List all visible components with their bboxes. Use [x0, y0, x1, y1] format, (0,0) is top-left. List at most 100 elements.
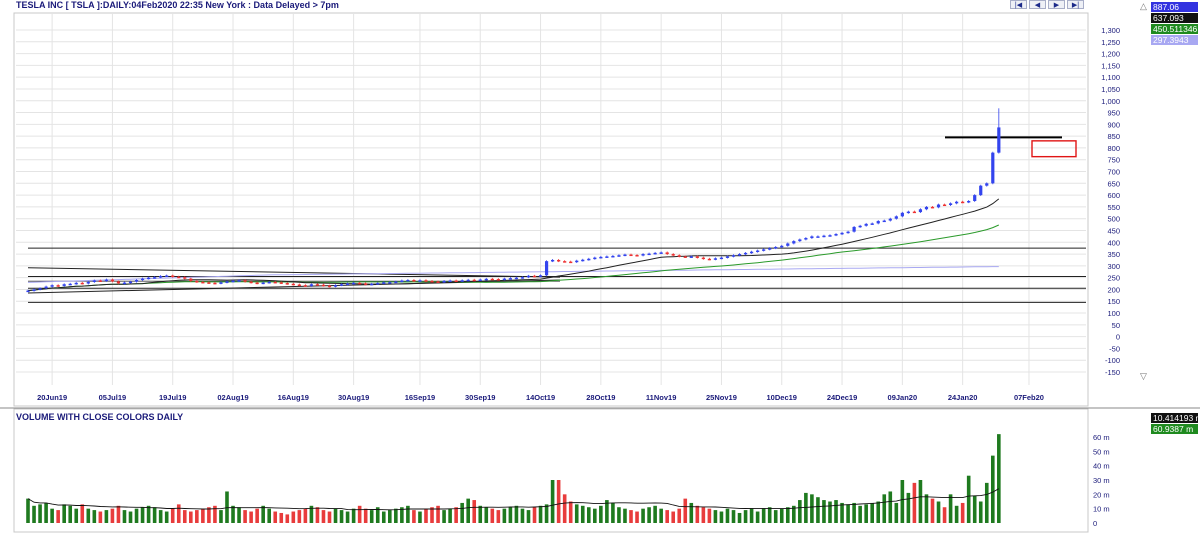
- candle-body: [134, 280, 139, 282]
- candle-body: [116, 281, 121, 284]
- candle-body: [593, 257, 597, 260]
- candle-body: [967, 201, 971, 203]
- volume-bar: [701, 507, 706, 523]
- next-button[interactable]: ▶: [1048, 0, 1065, 9]
- candle-body: [635, 255, 639, 257]
- y-tick-label: 350: [1107, 250, 1120, 259]
- volume-bar: [454, 507, 458, 523]
- candle-body: [345, 283, 350, 286]
- candle-body: [267, 281, 271, 284]
- volume-bar: [80, 504, 85, 523]
- candle-body: [128, 281, 133, 284]
- volume-bar: [363, 508, 368, 523]
- candle-body: [249, 281, 253, 284]
- candle-body: [303, 285, 307, 287]
- volume-bar: [140, 507, 145, 523]
- candle-body: [532, 275, 537, 278]
- y-tick-label: 1,200: [1101, 50, 1120, 59]
- first-button[interactable]: |◀: [1010, 0, 1027, 9]
- candle-body: [86, 281, 90, 284]
- x-tick-label: 09Jan20: [888, 393, 918, 402]
- y-tick-label: 1,150: [1101, 61, 1120, 70]
- volume-bar: [424, 508, 428, 523]
- volume-bar: [514, 505, 519, 523]
- scroll-up-icon[interactable]: △: [1140, 2, 1147, 11]
- candle-body: [671, 254, 675, 256]
- candle-body: [309, 284, 314, 286]
- volume-bar: [924, 494, 929, 523]
- x-tick-label: 30Aug19: [338, 393, 369, 402]
- y-tick-label: 1,000: [1101, 97, 1120, 106]
- candle-body: [979, 185, 983, 196]
- candle-body: [183, 277, 187, 279]
- candle-body: [882, 220, 886, 223]
- volume-bar: [92, 510, 97, 523]
- candle-body: [731, 255, 736, 257]
- volume-bar: [128, 511, 133, 523]
- volume-bar: [430, 507, 434, 523]
- candle-body: [924, 206, 929, 210]
- candle-body: [171, 275, 175, 278]
- volume-bar: [532, 507, 537, 523]
- ma-fast-badge: 637.093: [1151, 13, 1198, 23]
- candle-body: [243, 280, 247, 282]
- y-tick-label: 200: [1107, 285, 1120, 294]
- volume-bar: [285, 514, 290, 523]
- candle-body: [930, 206, 935, 209]
- candle-body: [74, 282, 78, 285]
- candle-body: [261, 282, 265, 285]
- candle-body: [936, 204, 941, 208]
- candle-body: [617, 255, 621, 257]
- volume-bar: [761, 508, 766, 523]
- candle-body: [810, 236, 814, 239]
- candle-body: [418, 280, 422, 282]
- volume-bar: [695, 505, 700, 523]
- candle-body: [225, 281, 229, 283]
- volume-bar: [122, 510, 127, 523]
- candle-body: [412, 280, 416, 282]
- candle-body: [430, 280, 434, 283]
- candle-body: [768, 248, 772, 250]
- scroll-down-icon[interactable]: ▽: [1140, 372, 1147, 381]
- volume-bar: [785, 507, 790, 523]
- y-tick-label: 650: [1107, 179, 1120, 188]
- volume-bar: [611, 502, 615, 523]
- volume-bar: [412, 510, 416, 523]
- y-tick-label: 700: [1107, 168, 1120, 177]
- candle-body: [231, 280, 235, 283]
- volume-bar: [237, 507, 241, 523]
- candle-body: [894, 216, 898, 219]
- last-button[interactable]: ▶|: [1067, 0, 1084, 9]
- candle-body: [575, 260, 579, 263]
- candle-body: [804, 238, 808, 240]
- candle-body: [587, 258, 591, 261]
- volume-bar: [846, 504, 850, 523]
- volume-y-tick-label: 50 m: [1093, 447, 1110, 456]
- candle-body: [743, 252, 748, 255]
- volume-bar: [62, 504, 66, 523]
- volume-bar: [864, 504, 868, 523]
- prev-button[interactable]: ◀: [1029, 0, 1046, 9]
- candle-body: [436, 281, 440, 283]
- candle-body: [255, 282, 259, 285]
- volume-bar: [152, 507, 157, 523]
- volume-bar: [297, 510, 302, 523]
- volume-bar: [568, 501, 573, 523]
- volume-bar: [544, 504, 549, 523]
- volume-bar: [267, 508, 271, 523]
- candle-body: [315, 284, 320, 286]
- volume-bar: [960, 502, 965, 523]
- volume-bar: [671, 511, 676, 523]
- volume-bar: [484, 507, 489, 523]
- volume-y-tick-label: 20 m: [1093, 490, 1110, 499]
- volume-bar: [243, 510, 247, 523]
- volume-bar: [32, 505, 36, 523]
- candle-body: [56, 285, 60, 287]
- candle-body: [520, 277, 525, 279]
- candle-body: [32, 289, 36, 291]
- candle-body: [695, 256, 699, 258]
- y-tick-label: 250: [1107, 274, 1120, 283]
- y-tick-label: 1,250: [1101, 38, 1120, 47]
- volume-bar: [26, 498, 30, 523]
- volume-bar: [593, 508, 597, 523]
